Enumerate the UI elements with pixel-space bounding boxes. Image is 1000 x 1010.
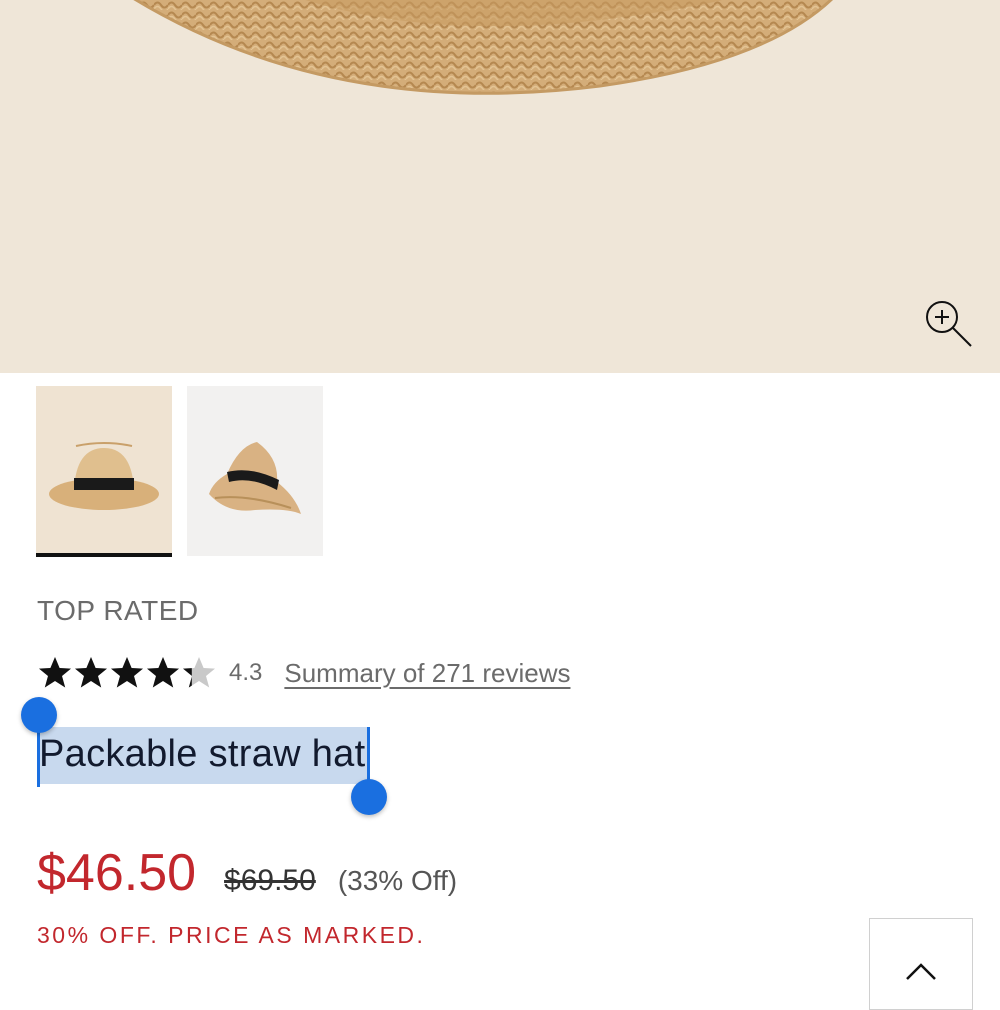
original-price: $69.50 xyxy=(224,864,316,897)
promo-message: 30% OFF. PRICE AS MARKED. xyxy=(37,922,426,948)
top-rated-badge: TOP RATED xyxy=(37,595,199,626)
selection-start-handle[interactable] xyxy=(21,697,57,733)
hat-folded-image xyxy=(209,442,301,514)
zoom-in-icon[interactable] xyxy=(922,298,976,350)
straw-hat-brim-image xyxy=(133,0,833,95)
selection-end-handle[interactable] xyxy=(351,779,387,815)
chevron-up-icon xyxy=(906,963,936,980)
star-icon xyxy=(39,657,71,688)
product-title-container: Packable straw hat xyxy=(21,697,387,815)
thumbnail-hat-folded[interactable] xyxy=(187,386,323,556)
reviews-summary-link[interactable]: Summary of 271 reviews xyxy=(284,658,570,689)
thumbnail-selected-indicator xyxy=(36,553,172,557)
product-hero-image[interactable] xyxy=(0,0,1000,373)
price-row: $46.50 $69.50 (33% Off) xyxy=(37,843,457,903)
hat-front-image xyxy=(49,442,159,510)
back-to-top-button[interactable] xyxy=(869,918,973,1010)
product-title[interactable]: Packable straw hat xyxy=(37,727,370,784)
rating-value: 4.3 xyxy=(229,659,263,686)
star-icon xyxy=(183,657,215,688)
sale-price: $46.50 xyxy=(37,844,197,902)
star-icon xyxy=(75,657,107,688)
thumbnail-hat-front[interactable] xyxy=(36,386,172,557)
star-rating xyxy=(37,655,217,691)
rating-row: 4.3 Summary of 271 reviews xyxy=(37,653,570,693)
thumbnail-strip xyxy=(36,386,323,557)
star-icon xyxy=(147,657,179,688)
star-icon xyxy=(111,657,143,688)
discount-percent: (33% Off) xyxy=(337,865,458,896)
